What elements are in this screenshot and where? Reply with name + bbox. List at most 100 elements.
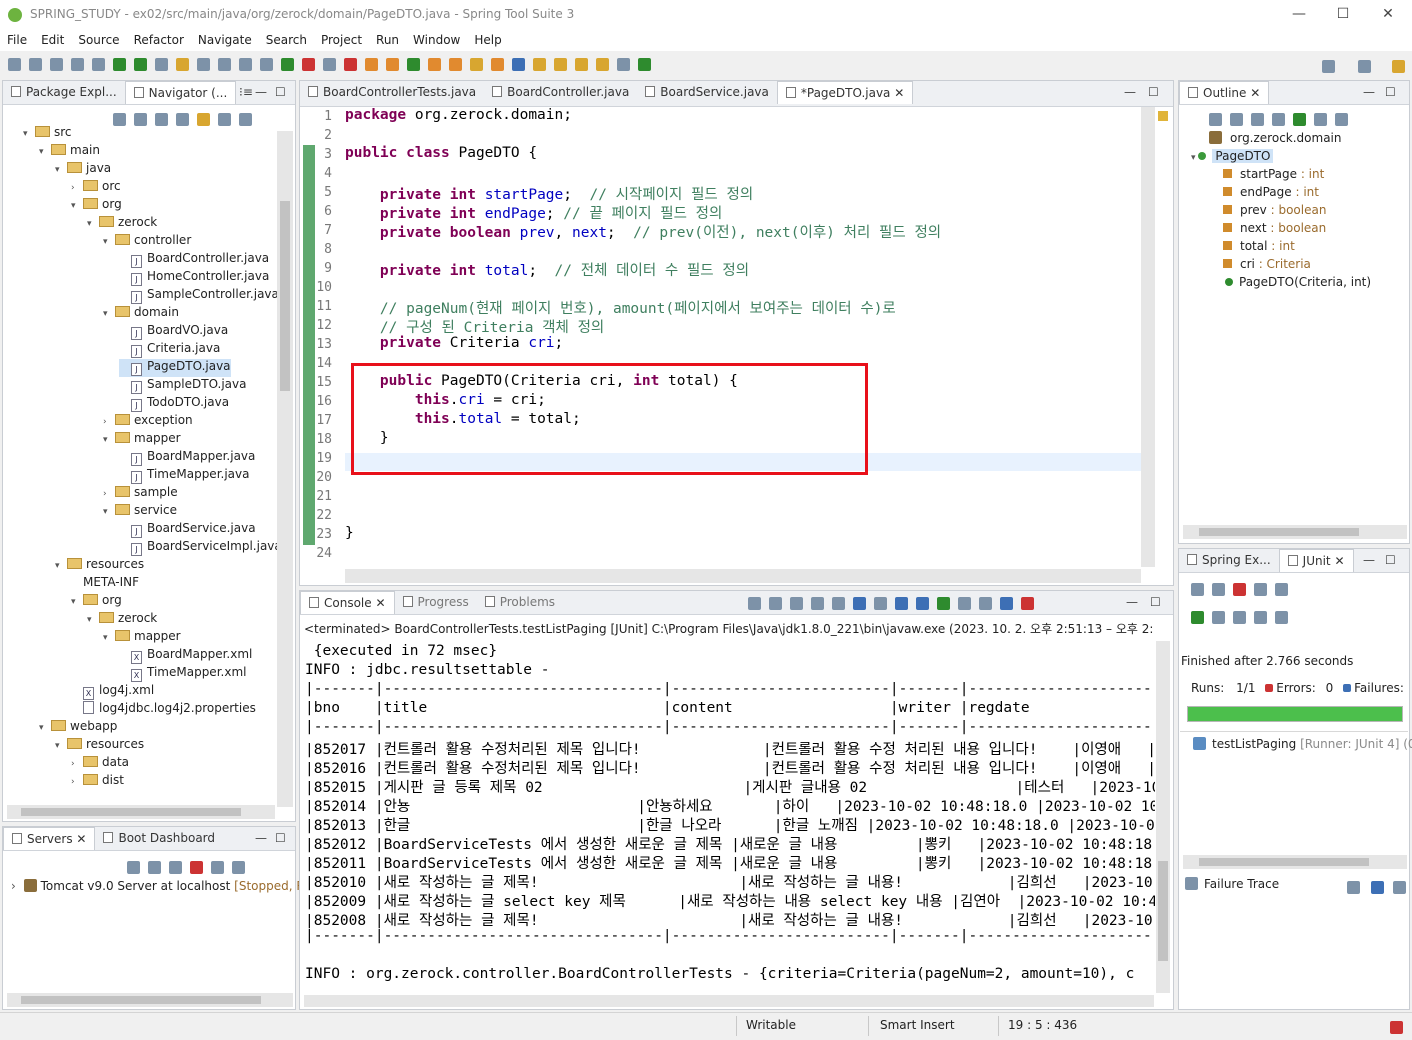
maximize-view-icon[interactable]: ☐ <box>275 85 286 99</box>
tab-package-explorer[interactable]: Package Expl... <box>3 81 125 104</box>
expanded-arrow-icon[interactable]: ▾ <box>103 507 115 517</box>
collapsed-arrow-icon[interactable]: › <box>71 777 83 787</box>
forward-icon[interactable] <box>134 113 147 126</box>
open-project-icon[interactable] <box>449 58 462 71</box>
tree-item[interactable]: J SampleController.java <box>119 287 279 305</box>
close-tab-icon[interactable]: ✕ <box>894 86 904 100</box>
expanded-arrow-icon[interactable]: ▾ <box>55 165 67 175</box>
hide-local-types-icon[interactable] <box>1314 113 1327 126</box>
expanded-arrow-icon[interactable]: ▾ <box>87 615 99 625</box>
code-line[interactable]: private int startPage; // 시작페이지 필드 정의 <box>345 183 753 204</box>
hide-static-icon[interactable] <box>1272 113 1285 126</box>
outline-field[interactable]: next : boolean <box>1223 221 1326 239</box>
remove-launch-icon[interactable] <box>790 597 803 610</box>
console-output[interactable]: {executed in 72 msec} INFO : jdbc.results… <box>305 643 1155 995</box>
view-menu-icon[interactable] <box>1335 113 1348 126</box>
up-icon[interactable] <box>155 113 168 126</box>
notification-icon[interactable] <box>1390 1021 1403 1034</box>
tree-item[interactable]: X BoardMapper.xml <box>119 647 252 665</box>
expanded-arrow-icon[interactable]: ▾ <box>39 147 51 157</box>
junit-horizontal-scrollbar[interactable] <box>1183 855 1407 869</box>
tree-item[interactable]: J TimeMapper.java <box>119 467 249 485</box>
tree-item[interactable]: ▾ webapp <box>39 719 117 737</box>
expanded-arrow-icon[interactable]: ▾ <box>71 201 83 211</box>
stop-server-icon[interactable] <box>190 861 203 874</box>
tab-servers[interactable]: Servers ✕ <box>3 827 96 850</box>
last-edit-icon[interactable] <box>575 58 588 71</box>
expand-arrow-icon[interactable]: › <box>11 879 16 893</box>
maximize-view-icon[interactable]: ☐ <box>1385 85 1396 99</box>
tab-console[interactable]: Console ✕ <box>300 591 395 614</box>
view-menu-icon[interactable] <box>232 861 245 874</box>
tree-item[interactable]: X TimeMapper.xml <box>119 665 246 683</box>
open-type-icon[interactable] <box>155 58 168 71</box>
code-line[interactable]: private boolean prev, next; // prev(이전),… <box>345 221 941 242</box>
pilcrow-icon[interactable] <box>239 58 252 71</box>
expanded-arrow-icon[interactable]: ▾ <box>23 129 35 139</box>
stop-test-icon[interactable] <box>1233 611 1246 624</box>
tree-item[interactable]: › orc <box>71 179 121 197</box>
globe-icon[interactable] <box>512 58 525 71</box>
wand-icon[interactable] <box>470 58 483 71</box>
tree-item[interactable]: ▾ service <box>103 503 177 521</box>
refresh-icon[interactable] <box>407 58 420 71</box>
save-icon[interactable] <box>29 58 42 71</box>
expanded-arrow-icon[interactable]: ▾ <box>103 309 115 319</box>
clear-console-icon[interactable] <box>832 597 845 610</box>
tab-problems[interactable]: Problems <box>477 591 563 614</box>
back-icon[interactable] <box>596 58 609 71</box>
tree-item[interactable]: J BoardVO.java <box>119 323 228 341</box>
code-line[interactable]: package org.zerock.domain; <box>345 107 572 123</box>
terminal-icon[interactable] <box>71 58 84 71</box>
link-editor-icon[interactable] <box>197 113 210 126</box>
maximize-view-icon[interactable]: ☐ <box>1150 595 1161 609</box>
forward-icon[interactable] <box>617 58 630 71</box>
editor-horizontal-scrollbar[interactable] <box>345 569 1141 583</box>
spring-bean-icon[interactable] <box>365 58 378 71</box>
collapsed-arrow-icon[interactable]: › <box>103 417 115 427</box>
tree-item[interactable]: ▾ org <box>71 197 122 215</box>
tree-item[interactable]: J BoardController.java <box>119 251 269 269</box>
console-horizontal-scrollbar[interactable] <box>304 995 1154 1007</box>
view-menu-icon[interactable]: ⁝≡ <box>239 85 253 99</box>
scroll-lock-icon[interactable] <box>1254 583 1267 596</box>
boot-dashboard-icon[interactable] <box>113 58 126 71</box>
tree-item[interactable]: › sample <box>103 485 178 503</box>
tab-progress[interactable]: Progress <box>395 591 477 614</box>
open-perspective-icon[interactable] <box>1358 60 1371 73</box>
layout-icon[interactable] <box>1275 583 1288 596</box>
start-server-icon[interactable] <box>148 861 161 874</box>
hide-fields-icon[interactable] <box>1251 113 1264 126</box>
open-console-icon[interactable] <box>937 597 950 610</box>
outline-class[interactable]: ▾ PageDTO <box>1191 149 1274 167</box>
run-icon[interactable] <box>281 58 294 71</box>
tab-navigator[interactable]: Navigator (... <box>124 81 237 104</box>
antlr-icon[interactable] <box>1021 597 1034 610</box>
show-on-output-icon[interactable] <box>895 597 908 610</box>
skip-breakpoints-icon[interactable] <box>92 58 105 71</box>
tree-item[interactable]: › exception <box>103 413 193 431</box>
tree-item[interactable]: ▾ domain <box>103 305 179 323</box>
debug-icon[interactable] <box>260 58 273 71</box>
code-line[interactable]: public class PageDTO { <box>345 145 537 161</box>
menu-source[interactable]: Source <box>71 31 126 49</box>
display-selected-icon[interactable] <box>958 597 971 610</box>
tab-outline[interactable]: Outline ✕ <box>1179 81 1270 104</box>
maximize-view-icon[interactable]: ☐ <box>1385 553 1396 567</box>
expanded-arrow-icon[interactable]: ▾ <box>39 723 51 733</box>
close-window-button[interactable]: ✕ <box>1373 6 1403 22</box>
spring-perspective-icon[interactable] <box>1392 60 1405 73</box>
minimize-view-icon[interactable]: — <box>1363 553 1375 567</box>
filter-icon[interactable] <box>218 113 231 126</box>
publish-icon[interactable] <box>211 861 224 874</box>
profile-server-icon[interactable] <box>169 861 182 874</box>
code-line[interactable]: // 구성 된 Criteria 객체 정의 <box>345 316 604 337</box>
outline-field[interactable]: startPage : int <box>1223 167 1324 185</box>
tree-horizontal-scrollbar[interactable] <box>7 805 275 819</box>
tab-boardcontroller[interactable]: BoardController.java <box>484 81 637 104</box>
next-failure-icon[interactable] <box>1191 583 1204 596</box>
tree-item[interactable]: J Criteria.java <box>119 341 220 359</box>
servers-horizontal-scrollbar[interactable] <box>7 993 293 1007</box>
save-all-icon[interactable] <box>50 58 63 71</box>
rerun-failed-icon[interactable] <box>1212 611 1225 624</box>
